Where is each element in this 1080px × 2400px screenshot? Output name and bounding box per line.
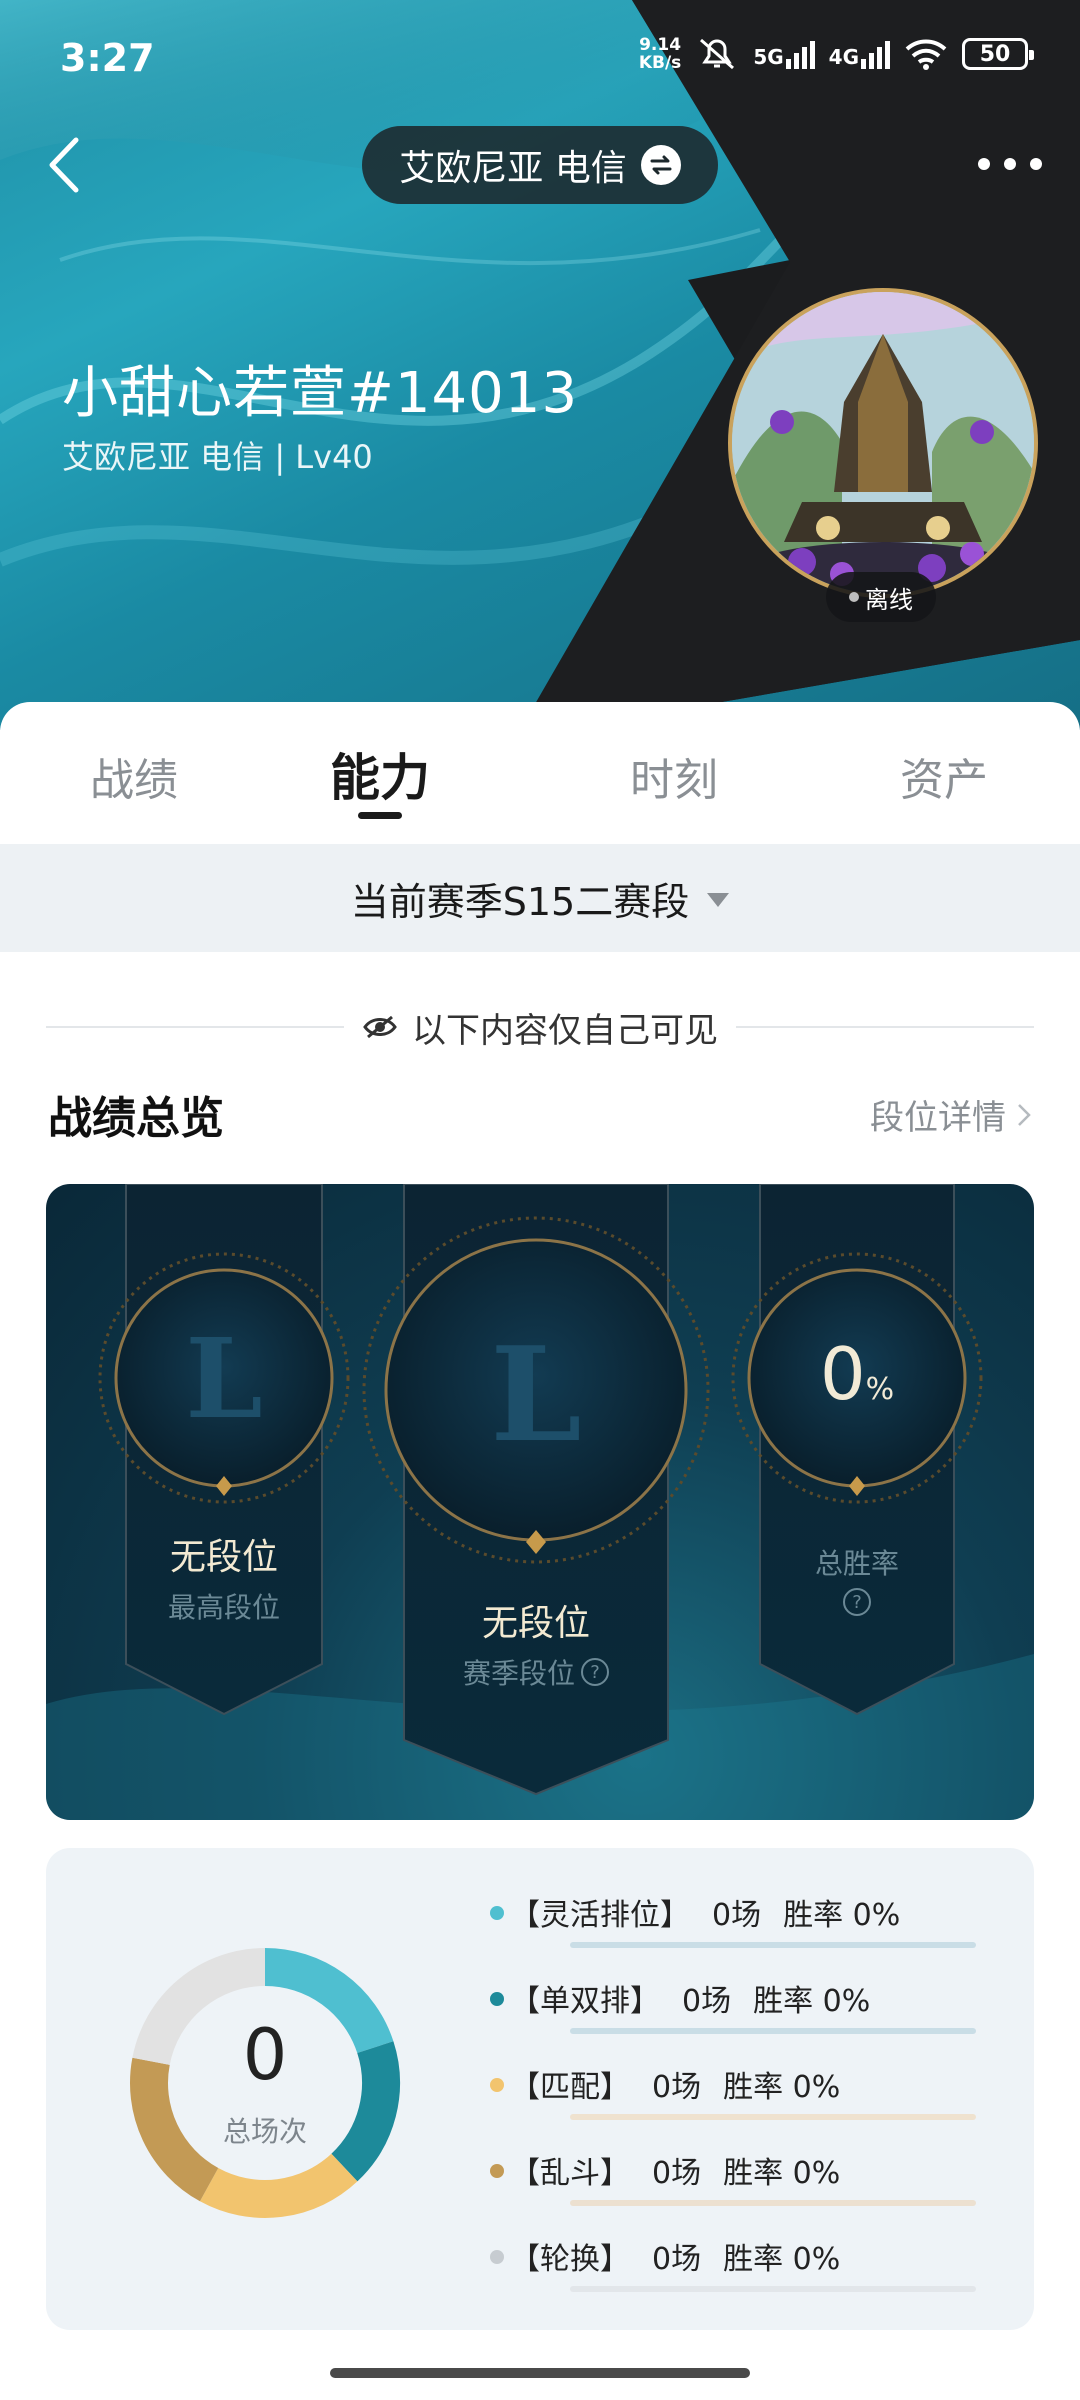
privacy-note: 以下内容仅自己可见 xyxy=(46,1002,1034,1052)
mute-bell-icon xyxy=(700,38,735,70)
status-dot-icon xyxy=(849,592,859,602)
league-emblem-icon: L xyxy=(185,1314,263,1443)
mode-winrate: 胜率 0% xyxy=(723,2242,841,2277)
legend-dot-icon xyxy=(490,2078,504,2092)
legend-dot-icon xyxy=(490,1992,504,2006)
mode-progress-bar xyxy=(570,2286,976,2292)
game-mode-row: 【单双排】 0场 胜率 0% xyxy=(490,1974,990,2044)
tab-bar: 战绩 能力 时刻 资产 xyxy=(0,702,1080,844)
mode-name: 【灵活排位】 xyxy=(510,1898,690,1933)
mode-progress-bar xyxy=(570,2114,976,2120)
mode-games: 0场 xyxy=(652,2156,702,2191)
content-sheet: 战绩 能力 时刻 资产 当前赛季S15二赛段 以下内容仅自己可见 战绩总览 段位… xyxy=(0,702,1080,2400)
mode-progress-bar xyxy=(570,2028,976,2034)
mode-name: 【匹配】 xyxy=(510,2070,630,2105)
help-icon[interactable]: ? xyxy=(843,1588,871,1616)
mode-progress-bar xyxy=(570,1942,976,1948)
legend-dot-icon xyxy=(490,1906,504,1920)
server-label: 艾欧尼亚 电信 xyxy=(399,148,627,189)
swap-icon xyxy=(640,145,681,185)
league-emblem-icon: L xyxy=(490,1318,582,1471)
game-mode-row: 【匹配】 0场 胜率 0% xyxy=(490,2060,990,2130)
season-selector[interactable]: 当前赛季S15二赛段 xyxy=(0,844,1080,952)
rank-emblems-art xyxy=(46,1184,1034,1820)
tab-moments[interactable]: 时刻 xyxy=(594,744,754,808)
user-server-level: 艾欧尼亚 电信 | Lv40 xyxy=(62,438,373,476)
mode-games: 0场 xyxy=(652,2070,702,2105)
avatar[interactable] xyxy=(728,288,1038,598)
total-winrate: 总胜率 ? xyxy=(757,1536,957,1616)
legend-dot-icon xyxy=(490,2164,504,2178)
mode-games: 0场 xyxy=(652,2242,702,2277)
dropdown-arrow-icon xyxy=(707,893,730,907)
mode-winrate: 胜率 0% xyxy=(723,2156,841,2191)
more-dots-icon xyxy=(978,158,990,170)
divider xyxy=(736,1026,1034,1028)
mode-games: 0场 xyxy=(712,1898,762,1933)
network-speed: 9.14 KB/s xyxy=(638,35,682,73)
season-rank: 无段位 赛季段位? xyxy=(386,1594,686,1692)
status-time: 3:27 xyxy=(60,36,155,80)
section-title: 战绩总览 xyxy=(48,1093,224,1144)
winrate-value: 0% xyxy=(819,1332,895,1416)
mode-name: 【轮换】 xyxy=(510,2242,630,2277)
season-label: 当前赛季S15二赛段 xyxy=(350,879,690,924)
game-mode-row: 【轮换】 0场 胜率 0% xyxy=(490,2232,990,2302)
username: 小甜心若萱#14013 xyxy=(62,361,579,426)
battery-icon: 50 xyxy=(962,38,1034,70)
mode-winrate: 胜率 0% xyxy=(783,1898,901,1933)
mode-name: 【乱斗】 xyxy=(510,2156,630,2191)
eye-hidden-icon xyxy=(363,1015,397,1039)
mode-winrate: 胜率 0% xyxy=(723,2070,841,2105)
mode-progress-bar xyxy=(570,2200,976,2206)
mode-games: 0场 xyxy=(682,1984,732,2019)
chevron-right-icon xyxy=(1018,1103,1031,1126)
signal-4g: 4G xyxy=(829,39,890,69)
online-status-badge: 离线 xyxy=(826,572,936,622)
home-indicator xyxy=(330,2368,750,2378)
rank-detail-link[interactable]: 段位详情 xyxy=(870,1090,1032,1139)
server-switch-button[interactable]: 艾欧尼亚 电信 xyxy=(362,126,718,204)
tab-ability[interactable]: 能力 xyxy=(300,738,460,810)
back-button[interactable] xyxy=(38,130,98,200)
highest-rank: 无段位 最高段位 xyxy=(167,1537,280,1624)
rank-overview-card: L L 0% 无段位 最高段位 无段位 赛季段位? 总胜率 ? xyxy=(46,1184,1034,1820)
mode-name: 【单双排】 xyxy=(510,1984,660,2019)
game-mode-row: 【乱斗】 0场 胜率 0% xyxy=(490,2146,990,2216)
total-games-label: 总场次 xyxy=(222,2115,307,2148)
active-tab-indicator xyxy=(358,812,402,819)
tab-record[interactable]: 战绩 xyxy=(54,744,214,808)
avatar-art xyxy=(732,292,1034,594)
wifi-icon xyxy=(905,39,947,70)
game-mode-row: 【灵活排位】 0场 胜率 0% xyxy=(490,1888,990,1958)
legend-dot-icon xyxy=(490,2250,504,2264)
game-mode-stats-card: 0 总场次 【灵活排位】 0场 胜率 0% 【单双排】 0场 胜率 0% 【匹配】 0场 胜率 … xyxy=(46,1848,1034,2330)
donut-segment xyxy=(199,2153,358,2218)
total-games-value: 0 xyxy=(242,2014,288,2096)
chevron-left-icon xyxy=(49,137,79,193)
more-menu-button[interactable] xyxy=(978,146,1042,182)
signal-5g: 5G xyxy=(753,39,815,69)
mode-winrate: 胜率 0% xyxy=(753,1984,871,2019)
tab-assets[interactable]: 资产 xyxy=(864,744,1024,808)
help-icon[interactable]: ? xyxy=(581,1658,609,1686)
divider xyxy=(46,1026,344,1028)
status-bar: 3:27 9.14 KB/s 5G 4G 50 xyxy=(0,0,1080,120)
